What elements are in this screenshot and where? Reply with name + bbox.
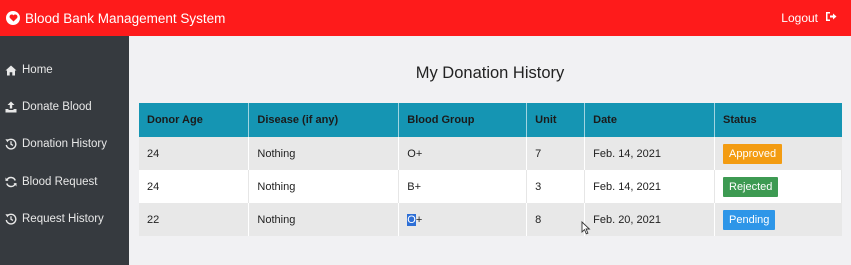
cell-disease: Nothing — [248, 170, 400, 203]
sidebar-item-label: Donate Blood — [22, 101, 92, 113]
status-badge: Rejected — [723, 176, 779, 197]
column-header-donor-age: Donor Age — [139, 103, 250, 137]
heart-icon — [6, 11, 20, 25]
table-header-row: Donor Age Disease (if any) Blood Group U… — [139, 103, 842, 137]
sidebar-item-request-history[interactable]: Request History — [5, 213, 104, 225]
cell-status: Rejected — [714, 170, 842, 203]
column-header-status: Status — [714, 103, 842, 137]
column-header-date: Date — [584, 103, 715, 137]
page-title: My Donation History — [415, 64, 565, 82]
history-icon — [5, 138, 17, 150]
cell-blood-group: O+ — [398, 137, 528, 170]
table-row: 24 Nothing O+ 7 Feb. 14, 2021 Approved — [139, 137, 842, 170]
cell-unit: 7 — [526, 137, 586, 170]
column-header-blood-group: Blood Group — [398, 103, 528, 137]
cell-status: Pending — [714, 203, 842, 236]
sidebar-item-blood-request[interactable]: Blood Request — [5, 176, 97, 188]
cell-status: Approved — [714, 137, 842, 170]
sidebar-item-label: Donation History — [22, 138, 108, 150]
sidebar-item-donation-history[interactable]: Donation History — [5, 138, 107, 150]
column-header-unit: Unit — [526, 103, 586, 137]
donation-history-table: Donor Age Disease (if any) Blood Group U… — [139, 103, 842, 236]
sidebar-item-donate-blood[interactable]: Donate Blood — [5, 101, 92, 113]
table-row: 22 Nothing O+ 8 Feb. 20, 2021 Pending — [139, 203, 842, 236]
sidebar-item-label: Blood Request — [22, 176, 98, 188]
cell-donor-age: 24 — [139, 170, 250, 203]
table-row: 24 Nothing B+ 3 Feb. 14, 2021 Rejected — [139, 170, 842, 203]
sign-out-icon — [818, 11, 837, 25]
logout-link[interactable]: Logout — [781, 0, 837, 36]
cell-unit: 3 — [526, 170, 586, 203]
cell-unit: 8 — [526, 203, 586, 236]
logout-label: Logout — [781, 11, 818, 25]
mouse-cursor-icon — [581, 221, 591, 235]
sidebar-item-label: Home — [22, 64, 53, 76]
text-selection: O — [407, 213, 416, 226]
status-badge: Pending — [723, 209, 776, 230]
column-header-disease: Disease (if any) — [248, 103, 400, 137]
refresh-icon — [5, 176, 17, 188]
sidebar-item-label: Request History — [22, 213, 104, 225]
cell-donor-age: 22 — [139, 203, 250, 236]
cell-date: Feb. 14, 2021 — [584, 137, 715, 170]
cell-donor-age: 24 — [139, 137, 250, 170]
cell-blood-group: O+ — [398, 203, 528, 236]
history-icon — [5, 213, 17, 225]
brand-title: Blood Bank Management System — [25, 10, 226, 26]
main-content: My Donation History Donor Age Disease (i… — [129, 36, 851, 265]
top-navbar: Blood Bank Management System Logout — [0, 0, 851, 36]
brand[interactable]: Blood Bank Management System — [6, 11, 225, 26]
upload-icon — [5, 101, 17, 113]
status-badge: Approved — [723, 143, 783, 164]
home-icon — [5, 64, 17, 76]
cell-disease: Nothing — [248, 203, 400, 236]
sidebar-item-home[interactable]: Home — [5, 64, 53, 76]
sidebar: Home Donate Blood Donation History Blood… — [0, 36, 129, 265]
cell-blood-group: B+ — [398, 170, 528, 203]
cell-date: Feb. 20, 2021 — [584, 203, 715, 236]
cell-date: Feb. 14, 2021 — [584, 170, 715, 203]
cell-disease: Nothing — [248, 137, 400, 170]
